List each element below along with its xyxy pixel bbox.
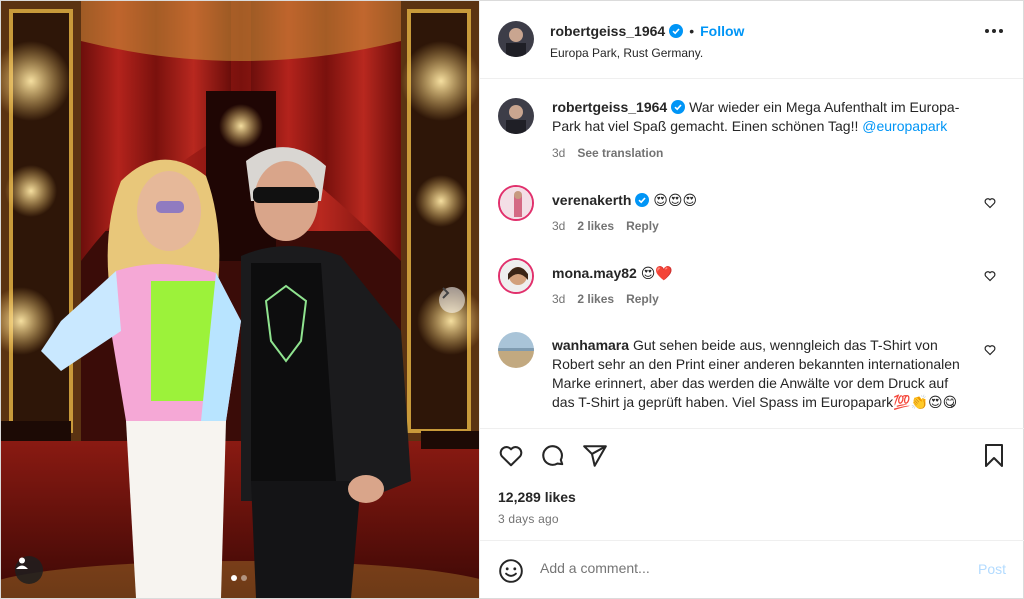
heart-icon[interactable] [984, 344, 996, 356]
post-photo[interactable] [1, 1, 479, 598]
comment-text: mona.may82 😍❤️ [552, 264, 972, 283]
comment-text: wanhamara Gut sehen beide aus, wenngleic… [552, 336, 972, 412]
likes-count[interactable]: 12,289 likes [498, 489, 576, 505]
carousel-dot [241, 575, 247, 581]
comment-likes[interactable]: 2 likes [577, 292, 614, 306]
reply-button[interactable]: Reply [626, 292, 659, 306]
comment-meta: 3d 2 likes Reply [552, 219, 659, 233]
author-avatar[interactable] [498, 98, 534, 134]
bookmark-icon[interactable] [982, 443, 1006, 469]
author-username[interactable]: robertgeiss_1964 [550, 23, 665, 39]
verified-badge-icon [671, 100, 686, 114]
carousel-dot-active [231, 575, 237, 581]
heart-icon[interactable] [498, 443, 524, 469]
comment-text: verenakerth 😍😍😍 [552, 191, 972, 210]
follow-button[interactable]: Follow [700, 23, 744, 39]
author-avatar[interactable] [498, 21, 534, 57]
chevron-right-icon [442, 287, 450, 299]
comment-age: 3d [552, 292, 566, 306]
more-options-icon[interactable] [985, 29, 1003, 33]
carousel-indicator [231, 575, 247, 581]
caption-mention[interactable]: @europapark [862, 118, 947, 134]
see-translation-link[interactable]: See translation [577, 146, 663, 160]
send-icon[interactable] [582, 443, 608, 469]
photo-illustration [1, 1, 479, 598]
comments-list[interactable]: robertgeiss_1964 War wieder ein Mega Auf… [480, 80, 1024, 428]
emoji-icon[interactable] [498, 558, 524, 584]
next-photo-button[interactable] [439, 287, 465, 313]
comment-icon[interactable] [540, 443, 566, 469]
caption-meta: 3d See translation [552, 146, 663, 160]
commenter-avatar[interactable] [498, 185, 534, 221]
comment-username[interactable]: mona.may82 [552, 265, 637, 281]
caption-text: robertgeiss_1964 War wieder ein Mega Auf… [552, 98, 972, 136]
separator: • [689, 23, 695, 39]
post-location[interactable]: Europa Park, Rust Germany. [550, 46, 703, 60]
reply-button[interactable]: Reply [626, 219, 659, 233]
post-dialog: robertgeiss_1964 • Follow Europa Park, R… [0, 0, 1024, 599]
action-bar: 12,289 likes 3 days ago [480, 428, 1024, 540]
verified-badge-icon [635, 193, 650, 207]
user-tag-icon [16, 557, 28, 569]
comment-age: 3d [552, 219, 566, 233]
comment-username[interactable]: wanhamara [552, 337, 629, 353]
add-comment-bar: Post [480, 540, 1024, 598]
comment-meta: 3d 2 likes Reply [552, 292, 659, 306]
author-line: robertgeiss_1964 • Follow [550, 23, 744, 39]
caption-age: 3d [552, 146, 566, 160]
comment-likes[interactable]: 2 likes [577, 219, 614, 233]
post-timestamp[interactable]: 3 days ago [498, 512, 559, 526]
heart-icon[interactable] [984, 270, 996, 282]
action-icons [498, 443, 608, 469]
verified-badge-icon [669, 24, 684, 38]
user-tag-button[interactable] [15, 556, 43, 584]
caption-username[interactable]: robertgeiss_1964 [552, 99, 667, 115]
heart-icon[interactable] [984, 197, 996, 209]
comment-username[interactable]: verenakerth [552, 192, 631, 208]
post-comment-button[interactable]: Post [978, 561, 1006, 577]
post-details-pane: robertgeiss_1964 • Follow Europa Park, R… [479, 1, 1024, 598]
comment-body: 😍😍😍 [653, 192, 698, 208]
add-comment-input[interactable] [540, 560, 940, 576]
commenter-avatar[interactable] [498, 332, 534, 368]
commenter-avatar[interactable] [498, 258, 534, 294]
post-header: robertgeiss_1964 • Follow Europa Park, R… [480, 1, 1023, 79]
comment-body: 😍❤️ [640, 265, 673, 281]
